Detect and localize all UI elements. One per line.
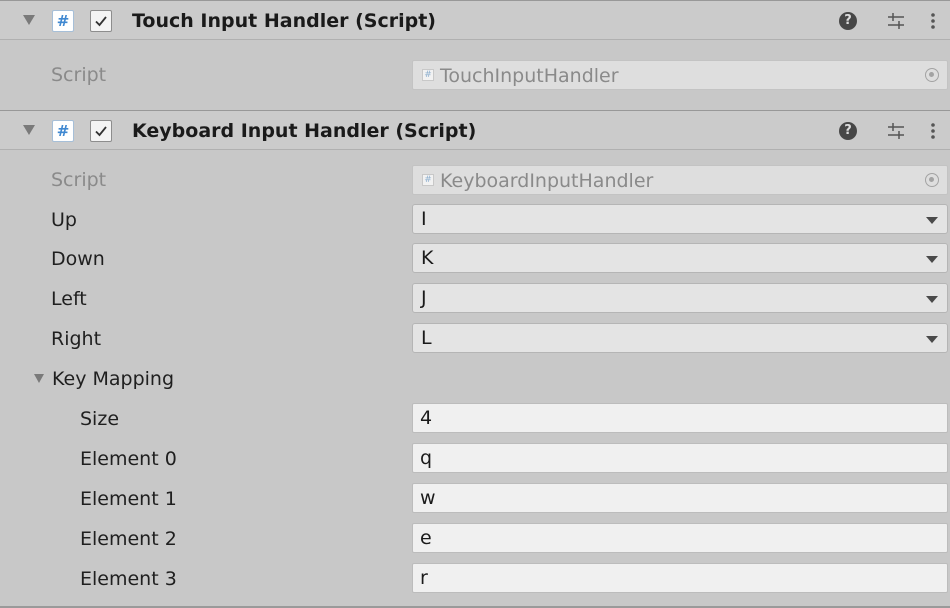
left-key-dropdown[interactable]: J: [412, 283, 948, 313]
up-key-dropdown[interactable]: I: [412, 204, 948, 234]
checkmark-icon: [95, 16, 107, 27]
presets-icon[interactable]: [886, 121, 906, 141]
script-object-field[interactable]: # TouchInputHandler: [412, 60, 948, 90]
element-2-field[interactable]: e: [412, 523, 948, 553]
script-label: Script: [51, 169, 107, 191]
touch-input-handler-header[interactable]: # Touch Input Handler (Script) ?: [0, 0, 950, 40]
size-label: Size: [80, 408, 120, 430]
element-0-label: Element 0: [80, 448, 177, 470]
component-enabled-checkbox[interactable]: [90, 120, 112, 142]
element-2-label: Element 2: [80, 528, 177, 550]
element-3-value: r: [420, 567, 428, 589]
script-icon: #: [52, 10, 74, 32]
down-key-dropdown[interactable]: K: [412, 243, 948, 273]
kebab-menu-icon[interactable]: [929, 11, 937, 31]
dropdown-arrow-icon: [926, 217, 938, 224]
object-picker-icon[interactable]: [925, 173, 939, 187]
presets-icon[interactable]: [886, 11, 906, 31]
script-name: KeyboardInputHandler: [440, 170, 654, 192]
keyboard-input-handler-header[interactable]: # Keyboard Input Handler (Script) ?: [0, 110, 950, 150]
script-icon: #: [52, 120, 74, 142]
script-file-icon: #: [422, 69, 434, 81]
element-3-label: Element 3: [80, 568, 177, 590]
element-3-field[interactable]: r: [412, 563, 948, 593]
key-mapping-label[interactable]: Key Mapping: [52, 367, 174, 391]
element-1-label: Element 1: [80, 488, 177, 510]
element-1-value: w: [420, 487, 436, 509]
foldout-arrow-icon[interactable]: [23, 15, 35, 25]
element-0-value: q: [420, 447, 433, 469]
kebab-menu-icon[interactable]: [929, 121, 937, 141]
right-key-value: L: [421, 327, 432, 349]
up-key-value: I: [421, 208, 427, 230]
right-key-dropdown[interactable]: L: [412, 323, 948, 353]
dropdown-arrow-icon: [926, 296, 938, 303]
inspector-panel: # Touch Input Handler (Script) ? Script …: [0, 0, 950, 608]
element-2-value: e: [420, 527, 432, 549]
left-label: Left: [51, 288, 87, 310]
up-label: Up: [51, 209, 77, 231]
key-mapping-foldout-icon[interactable]: [34, 374, 44, 383]
checkmark-icon: [95, 126, 107, 137]
element-0-field[interactable]: q: [412, 443, 948, 473]
down-label: Down: [51, 248, 105, 270]
dropdown-arrow-icon: [926, 256, 938, 263]
left-key-value: J: [421, 287, 427, 309]
component-title: Keyboard Input Handler (Script): [132, 120, 477, 142]
dropdown-arrow-icon: [926, 336, 938, 343]
foldout-arrow-icon[interactable]: [23, 125, 35, 135]
script-label: Script: [51, 64, 107, 86]
script-name: TouchInputHandler: [440, 65, 619, 87]
element-1-field[interactable]: w: [412, 483, 948, 513]
help-icon[interactable]: ?: [839, 122, 857, 140]
object-picker-icon[interactable]: [925, 68, 939, 82]
right-label: Right: [51, 328, 102, 350]
help-icon[interactable]: ?: [839, 12, 857, 30]
script-file-icon: #: [422, 174, 434, 186]
size-value: 4: [420, 407, 433, 429]
size-field[interactable]: 4: [412, 403, 948, 433]
component-enabled-checkbox[interactable]: [90, 10, 112, 32]
script-object-field[interactable]: # KeyboardInputHandler: [412, 165, 948, 195]
component-title: Touch Input Handler (Script): [132, 10, 436, 32]
down-key-value: K: [421, 247, 434, 269]
